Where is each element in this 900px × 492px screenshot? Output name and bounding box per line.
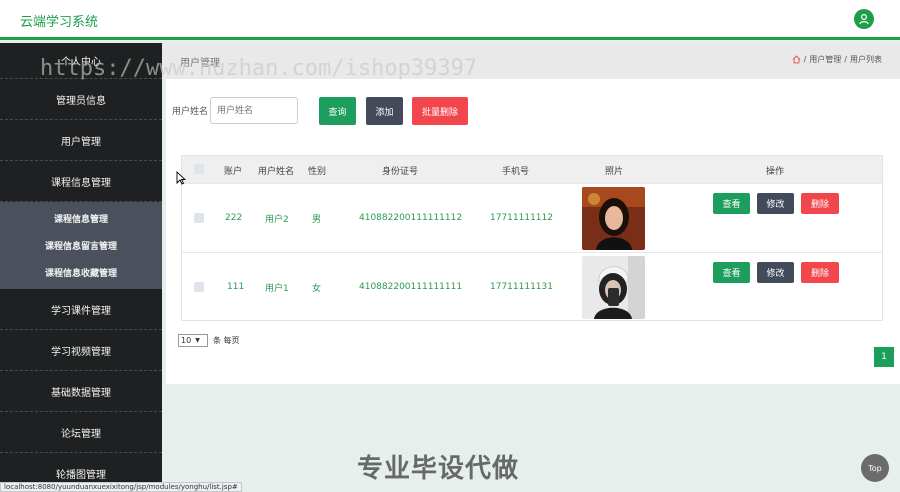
watermark-url: https://www.huzhan.com/ishop39397 bbox=[40, 56, 478, 81]
breadcrumb: / 用户管理 / 用户列表 bbox=[792, 54, 882, 65]
edit-button[interactable]: 修改 bbox=[757, 193, 794, 214]
submenu-item-label: 课程信息收藏管理 bbox=[44, 269, 117, 279]
submenu-item-label: 课程信息管理 bbox=[53, 215, 108, 225]
search-input[interactable] bbox=[210, 97, 299, 124]
column-header: 用户姓名 bbox=[258, 167, 295, 177]
row-checkbox[interactable] bbox=[194, 184, 204, 252]
user-photo bbox=[582, 186, 645, 250]
sidebar-item-label: 管理员信息 bbox=[56, 95, 106, 107]
user-icon bbox=[859, 13, 869, 25]
app-title: 云端学习系统 bbox=[20, 15, 99, 30]
column-header: 操作 bbox=[766, 167, 785, 177]
cell-account: 222 bbox=[225, 213, 243, 223]
breadcrumb-separator: / bbox=[803, 55, 807, 64]
cell-name: 用户2 bbox=[265, 214, 289, 225]
sidebar: 个人中心 管理员信息 用户管理 课程信息管理 课程信息管理 课程信息留言管理 课… bbox=[0, 43, 162, 492]
breadcrumb-level2: 用户列表 bbox=[850, 55, 882, 64]
cursor-icon bbox=[176, 171, 186, 185]
cell-gender: 男 bbox=[312, 214, 322, 225]
delete-button[interactable]: 删除 bbox=[801, 262, 839, 283]
table-row: 111 用户1 女 410882200111111111 17711111131 bbox=[182, 252, 882, 322]
top-bar: 云端学习系统 bbox=[0, 0, 900, 40]
back-to-top-button[interactable]: Top bbox=[861, 454, 889, 482]
sidebar-item-admin-info[interactable]: 管理员信息 bbox=[0, 79, 162, 120]
table-row: 222 用户2 男 410882200111111112 17711111112 bbox=[182, 183, 882, 253]
search-form: 用户姓名 bbox=[172, 97, 299, 124]
sidebar-item-label: 学习课件管理 bbox=[51, 305, 111, 317]
sidebar-item-label: 轮播图管理 bbox=[56, 469, 106, 481]
cell-gender: 女 bbox=[312, 283, 322, 294]
cell-id-card: 410882200111111111 bbox=[359, 282, 463, 292]
user-photo bbox=[582, 255, 645, 319]
column-header: 照片 bbox=[605, 167, 624, 177]
view-button[interactable]: 查看 bbox=[713, 262, 750, 283]
page-size-value: 10 bbox=[181, 336, 192, 345]
column-header: 性别 bbox=[308, 167, 327, 177]
batch-delete-button[interactable]: 批量删除 bbox=[412, 97, 468, 125]
column-header: 手机号 bbox=[502, 167, 530, 177]
search-label: 用户姓名 bbox=[172, 107, 209, 117]
column-header: 账户 bbox=[224, 167, 243, 177]
watermark-text: 专业毕设代做 bbox=[357, 454, 520, 484]
submenu-item-course-comments[interactable]: 课程信息留言管理 bbox=[0, 232, 162, 259]
per-page-label: 条 每页 bbox=[213, 336, 240, 345]
cell-name: 用户1 bbox=[265, 283, 289, 294]
column-header: 身份证号 bbox=[382, 167, 419, 177]
chevron-down-icon: ▼ bbox=[195, 337, 200, 344]
sidebar-item-videos[interactable]: 学习视频管理 bbox=[0, 330, 162, 371]
search-button[interactable]: 查询 bbox=[319, 97, 356, 125]
submenu-item-label: 课程信息留言管理 bbox=[44, 242, 117, 252]
cell-photo bbox=[582, 253, 645, 321]
sidebar-item-label: 课程信息管理 bbox=[51, 177, 111, 189]
edit-button[interactable]: 修改 bbox=[757, 262, 794, 283]
sidebar-item-user-management[interactable]: 用户管理 bbox=[0, 120, 162, 161]
submenu-item-course-info[interactable]: 课程信息管理 bbox=[0, 205, 162, 232]
sidebar-item-courseware[interactable]: 学习课件管理 bbox=[0, 289, 162, 330]
table-header: 账户 用户姓名 性别 身份证号 手机号 照片 操作 bbox=[182, 156, 882, 183]
delete-button[interactable]: 删除 bbox=[801, 193, 839, 214]
breadcrumb-level1[interactable]: 用户管理 bbox=[809, 54, 841, 65]
row-checkbox[interactable] bbox=[194, 253, 204, 321]
sidebar-submenu: 课程信息管理 课程信息留言管理 课程信息收藏管理 bbox=[0, 202, 162, 289]
sidebar-item-base-data[interactable]: 基础数据管理 bbox=[0, 371, 162, 412]
pagination-size: 10 ▼ 条 每页 bbox=[178, 334, 240, 347]
cell-photo bbox=[582, 184, 645, 252]
view-button[interactable]: 查看 bbox=[713, 193, 750, 214]
submenu-item-course-favorites[interactable]: 课程信息收藏管理 bbox=[0, 259, 162, 286]
sidebar-item-forum[interactable]: 论坛管理 bbox=[0, 412, 162, 453]
sidebar-item-label: 论坛管理 bbox=[61, 428, 101, 440]
main-content: 用户管理 / 用户管理 / 用户列表 用户姓名 查询 添加 批量删除 账户 用户… bbox=[162, 43, 900, 492]
user-table: 账户 用户姓名 性别 身份证号 手机号 照片 操作 222 用户2 男 4108… bbox=[181, 155, 883, 321]
add-button[interactable]: 添加 bbox=[366, 97, 403, 125]
status-bar-url: localhost:8080/yuunduanxuexixitong/jsp/m… bbox=[0, 482, 242, 492]
cell-account: 111 bbox=[227, 282, 245, 292]
sidebar-item-label: 基础数据管理 bbox=[51, 387, 111, 399]
select-all-checkbox[interactable] bbox=[194, 164, 204, 174]
cell-id-card: 410882200111111112 bbox=[359, 213, 463, 223]
cell-phone: 17711111131 bbox=[490, 282, 553, 292]
cell-phone: 17711111112 bbox=[490, 213, 553, 223]
sidebar-item-course-management[interactable]: 课程信息管理 bbox=[0, 161, 162, 202]
sidebar-item-label: 学习视频管理 bbox=[51, 346, 111, 358]
home-icon[interactable] bbox=[792, 55, 801, 64]
sidebar-item-label: 用户管理 bbox=[61, 136, 101, 148]
page-number-button[interactable]: 1 bbox=[874, 347, 894, 367]
user-avatar-button[interactable] bbox=[854, 9, 874, 29]
list-panel: 用户姓名 查询 添加 批量删除 账户 用户姓名 性别 身份证号 手机号 照片 操… bbox=[166, 79, 900, 384]
page-size-select[interactable]: 10 ▼ bbox=[178, 334, 208, 347]
breadcrumb-separator: / bbox=[844, 55, 847, 64]
